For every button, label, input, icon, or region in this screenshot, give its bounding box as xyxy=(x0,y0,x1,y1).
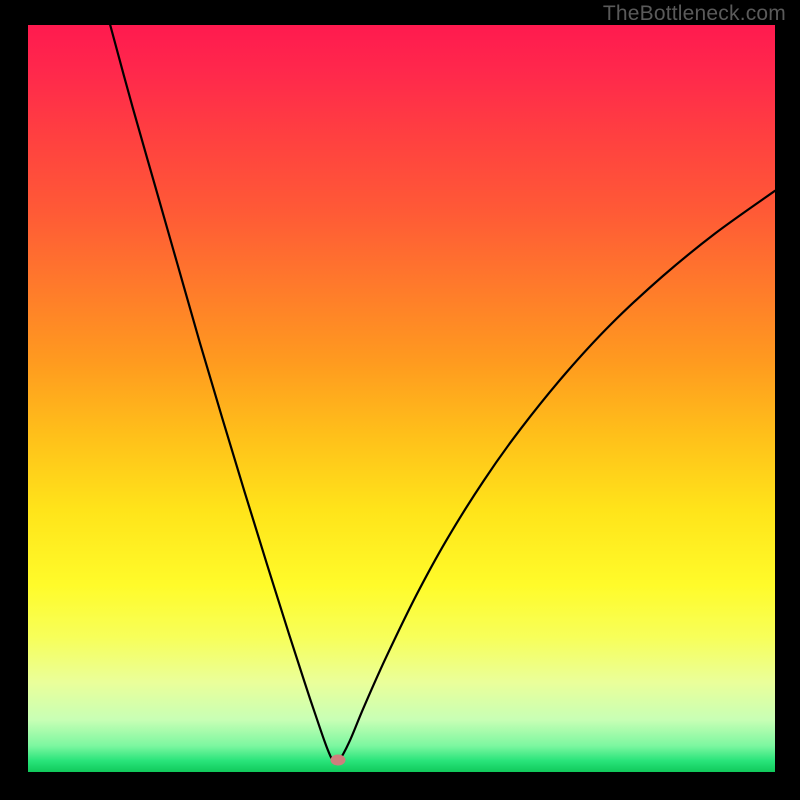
watermark-text: TheBottleneck.com xyxy=(603,2,786,26)
v-curve xyxy=(28,25,775,772)
plot-area xyxy=(28,25,775,772)
minimum-marker xyxy=(331,755,346,766)
chart-stage: TheBottleneck.com xyxy=(0,0,800,800)
